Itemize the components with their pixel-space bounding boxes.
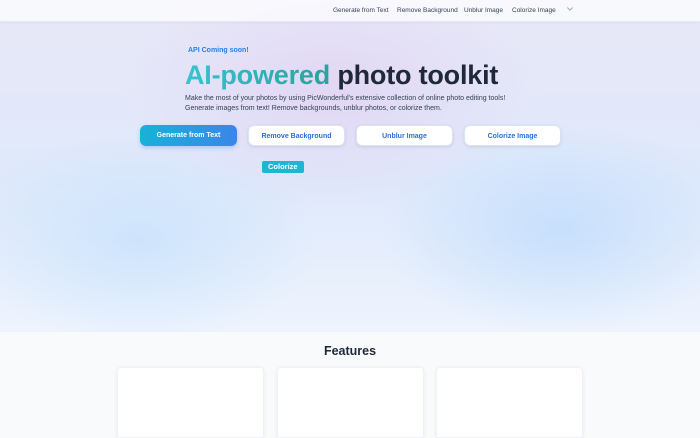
unblur-image-button[interactable]: Unblur Image (356, 125, 453, 146)
top-navigation: Generate from Text Remove Background Unb… (0, 0, 700, 22)
nav-link-remove-background[interactable]: Remove Background (397, 7, 458, 14)
chevron-down-icon[interactable] (566, 5, 574, 13)
feature-card (117, 367, 264, 438)
generate-from-text-button[interactable]: Generate from Text (140, 125, 237, 146)
nav-link-unblur-image[interactable]: Unblur Image (464, 7, 503, 14)
api-coming-soon-badge: API Coming soon! (188, 47, 249, 54)
remove-background-button[interactable]: Remove Background (248, 125, 345, 146)
feature-card (436, 367, 583, 438)
nav-link-generate-from-text[interactable]: Generate from Text (333, 7, 389, 14)
page-title: AI-powered photo toolkit (185, 58, 498, 92)
hero-background (0, 0, 700, 332)
feature-card (277, 367, 424, 438)
title-rest: photo toolkit (337, 60, 499, 90)
nav-link-colorize-image[interactable]: Colorize Image (512, 7, 556, 14)
hero-description-line-1: Make the most of your photos by using Pi… (185, 95, 506, 102)
title-accent: AI-powered (185, 60, 331, 90)
colorize-chip[interactable]: Colorize (262, 161, 304, 173)
features-heading: Features (323, 344, 377, 358)
hero-description-line-2: Generate images from text! Remove backgr… (185, 105, 442, 112)
colorize-image-button[interactable]: Colorize Image (464, 125, 561, 146)
